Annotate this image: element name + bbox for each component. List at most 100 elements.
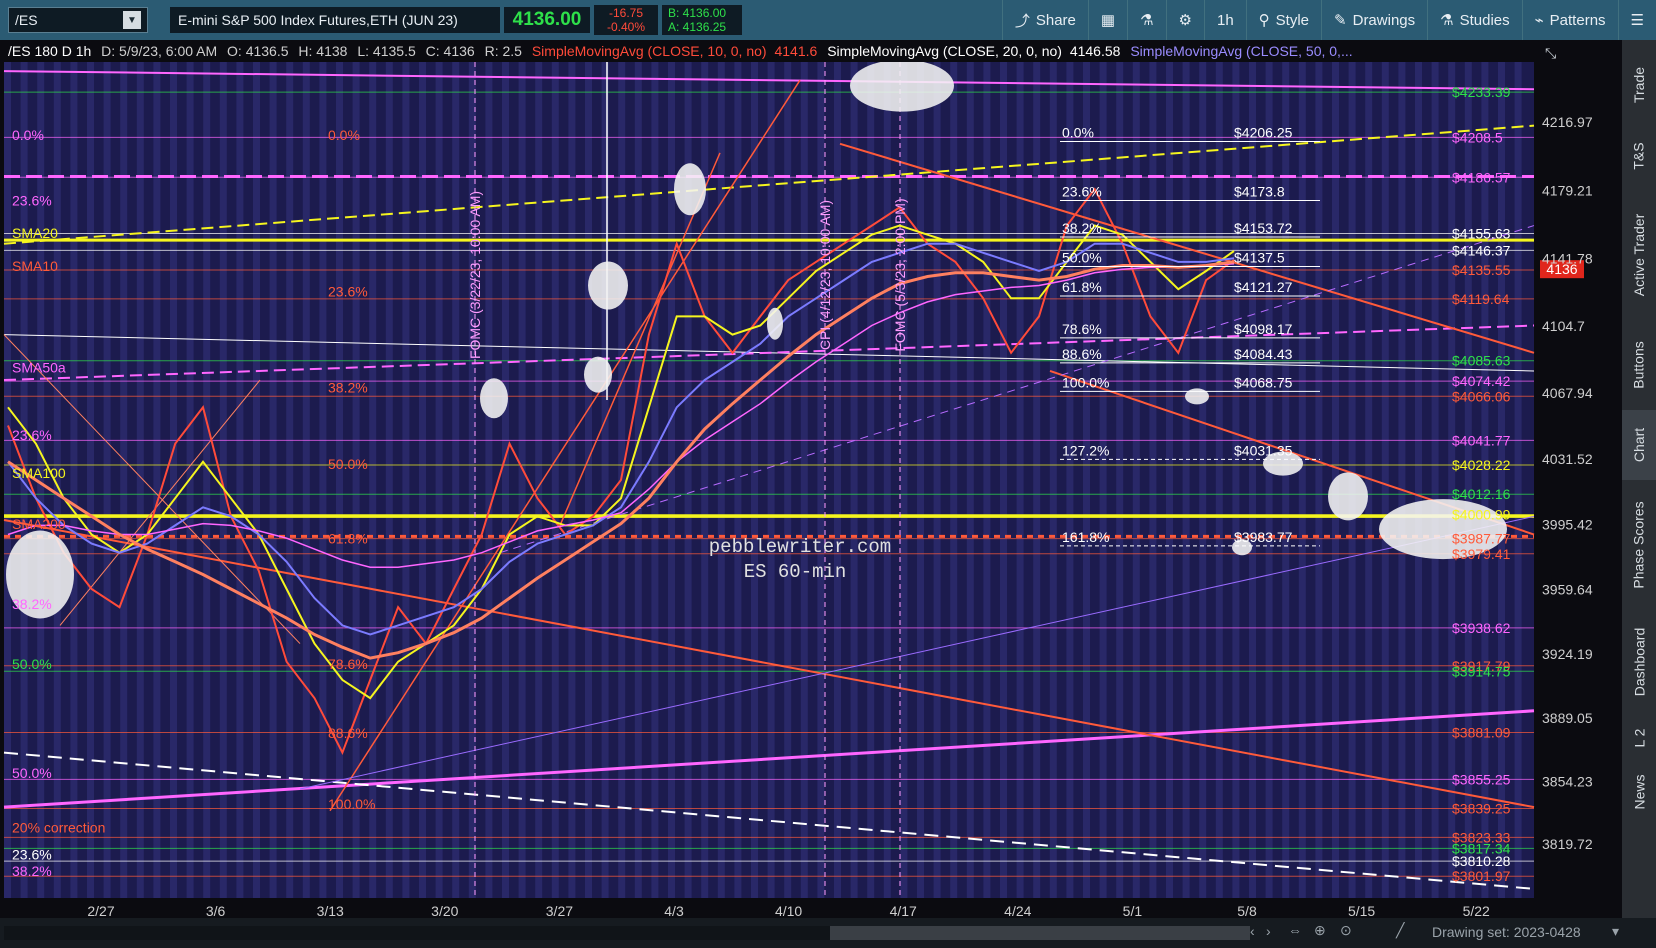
y-tick-label: 4216.97	[1542, 114, 1593, 130]
left-level-label: 78.6%	[328, 656, 368, 672]
y-tick-label: 4031.52	[1542, 451, 1593, 467]
left-level-label: 38.2%	[12, 596, 52, 612]
menu-button[interactable]: ☰	[1617, 0, 1656, 40]
session-stripe	[4, 62, 11, 898]
left-level-label: 23.6%	[12, 847, 52, 863]
share-button[interactable]: ⤴ Share	[1001, 0, 1088, 40]
sidebar-tab-chart[interactable]: Chart	[1622, 410, 1656, 480]
studies-label: Studies	[1459, 11, 1510, 29]
level-label: $4012.16	[1452, 486, 1511, 502]
level-label: $4066.06	[1452, 388, 1511, 404]
session-stripe	[1149, 62, 1157, 898]
patterns-label: Patterns	[1549, 11, 1606, 29]
symbol-selector[interactable]: /ES ▼	[8, 7, 148, 33]
level-label: $3855.25	[1452, 771, 1511, 787]
session-stripe	[170, 62, 177, 898]
highlight-oval	[480, 378, 508, 419]
session-stripe	[1381, 62, 1389, 898]
fib-percent: 0.0%	[1062, 125, 1094, 141]
x-tick-label: 5/8	[1237, 903, 1257, 918]
level-label: $4208.5	[1452, 129, 1503, 145]
fib-percent: 78.6%	[1062, 321, 1102, 337]
studies-button[interactable]: ⚗ Studies	[1427, 0, 1522, 40]
highlight-oval	[674, 163, 706, 216]
highlight-oval	[850, 59, 954, 112]
session-stripe	[336, 62, 343, 898]
highlight-oval	[588, 261, 628, 310]
grid-button[interactable]: ▦	[1087, 0, 1127, 40]
session-stripe	[435, 62, 443, 898]
scroll-right-icon[interactable]: ›	[1266, 923, 1271, 939]
session-stripe	[1298, 62, 1306, 898]
sidebar-tab-active-trader[interactable]: Active Trader	[1622, 190, 1656, 320]
session-stripe	[1315, 62, 1323, 898]
session-stripe	[1033, 62, 1041, 898]
style-button[interactable]: ⚲ Style	[1245, 0, 1321, 40]
highlight-oval	[1328, 472, 1368, 521]
drawing-set-chevron-icon[interactable]: ▾	[1612, 923, 1619, 940]
session-stripe	[1398, 62, 1406, 898]
drawings-button[interactable]: ✎ Drawings	[1321, 0, 1427, 40]
sidebar-tab-phase-scores[interactable]: Phase Scores	[1622, 485, 1656, 605]
sidebar-tab-news[interactable]: News	[1622, 762, 1656, 822]
level-label: $4135.55	[1452, 262, 1511, 278]
sidebar-tab-buttons[interactable]: Buttons	[1622, 325, 1656, 405]
sidebar-tab-dashboard[interactable]: Dashboard	[1622, 612, 1656, 712]
fib-percent: 50.0%	[1062, 249, 1102, 265]
sidebar-tab-l2[interactable]: L 2	[1622, 718, 1656, 758]
settings-button[interactable]: ⚙	[1165, 0, 1204, 40]
x-tick-label: 5/15	[1348, 903, 1375, 918]
chevron-down-icon[interactable]: ▼	[123, 11, 141, 29]
grid-icon: ▦	[1100, 12, 1116, 29]
last-price: 4136.00	[504, 7, 590, 33]
session-stripe	[668, 62, 675, 898]
x-tick-label: 3/6	[206, 903, 226, 918]
sidebar-tab-ts[interactable]: T&S	[1622, 126, 1656, 186]
flask-icon: ⚗	[1140, 12, 1154, 29]
timeframe-button[interactable]: 1h	[1203, 0, 1246, 40]
scrollbar-thumb[interactable]	[830, 926, 1250, 940]
left-level-label: 50.0%	[328, 456, 368, 472]
session-stripe	[269, 62, 277, 898]
session-stripe	[286, 62, 294, 898]
y-tick-label: 4067.94	[1542, 385, 1593, 401]
zoom-icon[interactable]: ⊙	[1340, 922, 1352, 939]
header-info: /ES 180 D 1h D: 5/9/23, 6:00 AM O: 4136.…	[8, 43, 1353, 59]
session-stripe	[834, 62, 841, 898]
drawing-set-label[interactable]: Drawing set: 2023-0428	[1432, 924, 1581, 940]
session-stripe	[1132, 62, 1140, 898]
drawing-tool-icon[interactable]: ╱	[1396, 922, 1404, 939]
session-stripe	[1415, 62, 1422, 898]
level-label: $4085.63	[1452, 353, 1511, 369]
session-stripe	[800, 62, 808, 898]
header-symbol: /ES 180 D 1h	[8, 43, 91, 59]
left-level-label: 0.0%	[12, 127, 44, 143]
session-stripe	[1182, 62, 1190, 898]
fib-percent: 61.8%	[1062, 279, 1102, 295]
pan-icon[interactable]: ⇔	[1288, 922, 1302, 938]
level-label: $3914.75	[1452, 663, 1511, 679]
session-stripe	[817, 62, 825, 898]
y-tick-label: 4104.7	[1542, 318, 1585, 334]
left-level-label: 88.6%	[328, 725, 368, 741]
level-label: $3979.41	[1452, 546, 1511, 562]
price-chart[interactable]: 0.0% $4206.25 23.6% $4173.8 38.2% $4153.72 50.…	[0, 40, 1620, 918]
session-stripe	[1049, 62, 1057, 898]
level-label: $4000.99	[1452, 507, 1511, 523]
expand-icon[interactable]: ⤡	[1545, 45, 1556, 61]
watermark-line-1: pebblewriter.com	[709, 536, 891, 558]
session-stripe	[1514, 62, 1522, 898]
crosshair-icon[interactable]: ⊕	[1314, 922, 1326, 939]
flask-icon: ⚗	[1440, 12, 1454, 29]
scroll-left-icon[interactable]: ‹	[1250, 923, 1255, 939]
menu-icon: ☰	[1630, 12, 1644, 29]
sidebar-tab-trade[interactable]: Trade	[1622, 50, 1656, 120]
patterns-button[interactable]: ⌁ Patterns	[1521, 0, 1618, 40]
header-sma20-label: SimpleMovingAvg (CLOSE, 20, 0, no)	[827, 43, 1062, 59]
session-stripe	[1000, 62, 1007, 898]
pencil-icon: ✎	[1334, 12, 1347, 29]
flask-button[interactable]: ⚗	[1127, 0, 1165, 40]
x-tick-label: 5/1	[1123, 903, 1143, 918]
level-label: $4074.42	[1452, 373, 1511, 389]
fib-percent: 100.0%	[1062, 374, 1109, 390]
